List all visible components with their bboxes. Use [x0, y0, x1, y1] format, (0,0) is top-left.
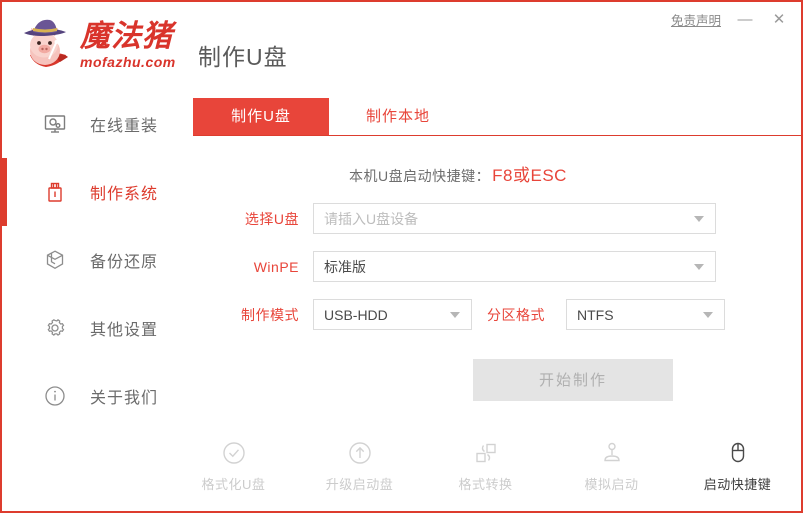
notice-hotkey: F8或ESC: [492, 166, 567, 185]
sidebar-label: 备份还原: [90, 254, 159, 271]
minimize-button[interactable]: —: [735, 9, 755, 29]
winpe-select[interactable]: 标准版: [313, 251, 716, 282]
notice-label: 本机U盘启动快捷键：: [349, 168, 491, 184]
chevron-down-icon: [694, 215, 704, 222]
usb-select[interactable]: 请插入U盘设备: [313, 203, 716, 234]
active-indicator: [2, 362, 7, 430]
usb-select-label: 选择U盘: [244, 210, 299, 227]
tool-label: 格式化U盘: [201, 477, 266, 492]
sidebar-item-make-system[interactable]: 制作系统: [2, 158, 180, 226]
pig-mascot-icon: [16, 15, 78, 77]
window-controls: 免责声明 — ✕: [671, 9, 789, 29]
active-indicator: [2, 158, 7, 226]
sidebar-label: 制作系统: [90, 186, 159, 203]
tab-make-usb[interactable]: 制作U盘: [193, 98, 329, 135]
sidebar-label: 在线重装: [90, 118, 159, 135]
mode-select[interactable]: USB-HDD: [313, 299, 472, 330]
winpe-label: WinPE: [253, 258, 299, 275]
sidebar-item-about-us[interactable]: 关于我们: [2, 362, 180, 430]
info-icon: [40, 381, 70, 411]
tool-label: 启动快捷键: [703, 477, 772, 492]
form-row-mode-partition: 制作模式 USB-HDD 分区格式 NTFS: [227, 299, 801, 330]
usb-drive-icon: [40, 177, 70, 207]
convert-icon: [471, 438, 501, 468]
gear-icon: [40, 313, 70, 343]
partition-select-value: NTFS: [577, 306, 614, 323]
tool-bar: 格式化U盘 升级启动盘 格式转换 模拟启动 启动快捷键: [180, 438, 801, 493]
monitor-icon: [40, 109, 70, 139]
tool-simulate-boot[interactable]: 模拟启动: [570, 438, 654, 493]
page-title: 制作U盘: [198, 44, 288, 70]
disclaimer-link[interactable]: 免责声明: [671, 10, 721, 29]
backup-box-icon: [40, 245, 70, 275]
main-panel: 制作U盘 制作本地 本机U盘启动快捷键： F8或ESC 选择U盘 请插入U盘设备 …: [180, 90, 801, 511]
close-button[interactable]: ✕: [769, 9, 789, 29]
tool-label: 模拟启动: [584, 477, 639, 492]
boot-hotkey-notice: 本机U盘启动快捷键： F8或ESC: [180, 161, 801, 186]
brand-text: 魔法猪 mofazhu.com: [80, 19, 176, 71]
app-window: 魔法猪 mofazhu.com 制作U盘 免责声明 — ✕ 在线重装 制作系统 …: [0, 0, 803, 513]
brand-name-cn: 魔法猪: [80, 19, 173, 54]
mode-select-value: USB-HDD: [324, 306, 388, 323]
tool-label: 格式转换: [458, 477, 513, 492]
winpe-select-value: 标准版: [324, 258, 366, 275]
form-row-usb: 选择U盘 请插入U盘设备: [227, 203, 801, 234]
chevron-down-icon: [450, 311, 460, 318]
title-bar: 魔法猪 mofazhu.com 制作U盘 免责声明 — ✕: [2, 2, 801, 90]
partition-label: 分区格式: [487, 306, 545, 323]
sidebar-item-backup-restore[interactable]: 备份还原: [2, 226, 180, 294]
form-row-winpe: WinPE 标准版: [227, 251, 801, 282]
active-indicator: [2, 226, 7, 294]
tab-bar: 制作U盘 制作本地: [193, 98, 801, 136]
mouse-icon: [723, 438, 753, 468]
check-circle-icon: [219, 438, 249, 468]
tool-boot-hotkey[interactable]: 启动快捷键: [696, 438, 780, 493]
chevron-down-icon: [703, 311, 713, 318]
partition-select[interactable]: NTFS: [566, 299, 725, 330]
tool-upgrade-boot-disk[interactable]: 升级启动盘: [318, 438, 402, 493]
usb-select-value: 请插入U盘设备: [324, 210, 419, 227]
sidebar-label: 关于我们: [90, 390, 159, 407]
joystick-icon: [597, 438, 627, 468]
arrow-up-circle-icon: [345, 438, 375, 468]
sidebar-item-other-settings[interactable]: 其他设置: [2, 294, 180, 362]
chevron-down-icon: [694, 263, 704, 270]
mode-label: 制作模式: [241, 306, 299, 323]
start-make-button[interactable]: 开始制作: [473, 359, 673, 401]
brand-logo: 魔法猪 mofazhu.com: [16, 15, 176, 77]
tool-format-convert[interactable]: 格式转换: [444, 438, 528, 493]
tool-format-usb[interactable]: 格式化U盘: [192, 438, 276, 493]
brand-name-en: mofazhu.com: [80, 54, 176, 70]
active-indicator: [2, 294, 7, 362]
sidebar: 在线重装 制作系统 备份还原 其他设置 关于我们: [2, 90, 180, 511]
active-indicator: [2, 90, 7, 158]
sidebar-label: 其他设置: [90, 322, 159, 339]
sidebar-item-online-reinstall[interactable]: 在线重装: [2, 90, 180, 158]
tool-label: 升级启动盘: [325, 477, 394, 492]
tab-make-local[interactable]: 制作本地: [343, 98, 453, 135]
usb-form: 选择U盘 请插入U盘设备 WinPE 标准版 制作模式 USB-HDD 分区格式…: [180, 203, 801, 330]
